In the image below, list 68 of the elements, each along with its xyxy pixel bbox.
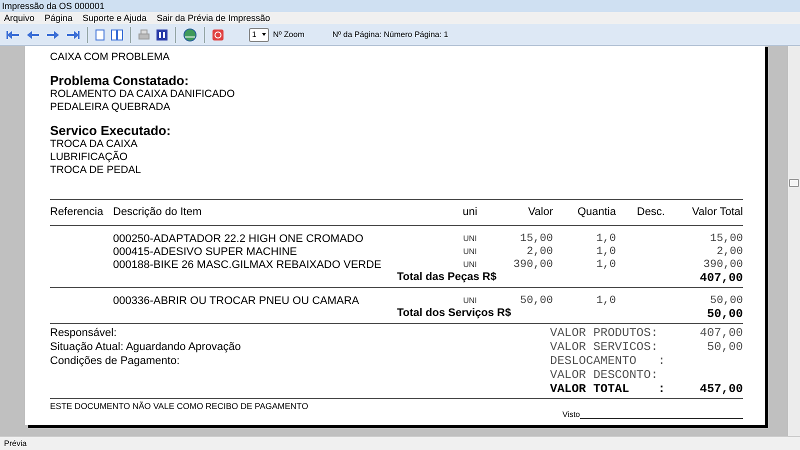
menu-item[interactable]: Suporte e Ajuda <box>82 14 147 22</box>
section-line: ROLAMENTO DA CAIXA DANIFICADO <box>50 88 236 101</box>
item-quantity: 1,0 <box>595 294 616 309</box>
item-quantity: 1,0 <box>595 245 616 260</box>
globe-icon[interactable] <box>183 28 197 42</box>
last-page-icon[interactable] <box>66 30 80 40</box>
item-unit: UNI <box>462 295 478 308</box>
summary-value: 457,00 <box>700 382 743 396</box>
item-total: 2,00 <box>716 245 743 260</box>
summary-label: VALOR SERVICOS: <box>550 340 658 354</box>
section-line: TROCA DA CAIXA <box>50 138 139 150</box>
footer-note: ESTE DOCUMENTO NÃO VALE COMO RECIBO DE PAGAMENTO <box>50 400 310 412</box>
column-header: Referencia <box>50 205 104 220</box>
info-line: Responsável: <box>50 326 118 340</box>
previous-icon[interactable] <box>26 30 40 40</box>
column-header: Descrição do Item <box>113 205 203 220</box>
window-title: Impressão da OS 000001 <box>2 2 105 10</box>
item-quantity: 1,0 <box>595 232 616 246</box>
next-icon[interactable] <box>46 30 60 40</box>
summary-label: VALOR DESCONTO: <box>550 368 658 382</box>
status-text: Prévia <box>4 440 27 448</box>
item-unit: UNI <box>462 259 478 272</box>
section-line: CAIXA COM PROBLEMA <box>50 51 171 64</box>
stop-icon[interactable] <box>212 28 224 40</box>
group-total-label: Total das Peças R$ <box>397 270 496 286</box>
single-page-icon[interactable] <box>95 28 105 40</box>
section-line: PEDALEIRA QUEBRADA <box>50 101 172 114</box>
item-unit: UNI <box>462 246 478 258</box>
column-header: uni <box>462 205 478 220</box>
item-value: 390,00 <box>512 258 553 273</box>
vertical-scrollbar[interactable] <box>788 46 800 436</box>
info-line: Condições de Pagamento: <box>50 354 181 368</box>
menu-item[interactable]: Página <box>44 14 73 22</box>
info-line: Situação Atual: Aguardando Aprovação <box>50 340 241 354</box>
page-info: Nº da Página: Número Página: 1 <box>332 30 448 38</box>
column-header: Desc. <box>636 205 665 220</box>
section-line: LUBRIFICAÇÃO <box>50 151 129 164</box>
scrollbar-thumb[interactable] <box>789 179 799 187</box>
item-value: 50,00 <box>518 294 553 309</box>
item-value: 2,00 <box>526 245 553 260</box>
item-value: 15,00 <box>518 232 553 246</box>
summary-label: VALOR TOTAL : <box>550 382 666 396</box>
item-unit: UNI <box>462 233 478 246</box>
section-line: TROCA DE PEDAL <box>50 164 142 177</box>
summary-label: VALOR PRODUTOS: <box>550 326 658 340</box>
menu-item[interactable]: Arquivo <box>4 14 35 22</box>
column-header: Quantia <box>576 205 616 220</box>
item-description: 000250-ADAPTADOR 22.2 HIGH ONE CROMADO <box>113 234 364 245</box>
summary-label: DESLOCAMENTO : <box>550 354 666 368</box>
zoom-select[interactable]: 1 <box>249 28 269 42</box>
item-description: 000336-ABRIR OU TROCAR PNEU OU CAMARA <box>113 296 360 307</box>
section-heading: Servico Executado: <box>50 124 172 138</box>
menu-item[interactable]: Sair da Prévia de Impressão <box>156 14 270 22</box>
section-heading: Problema Constatado: <box>50 74 190 88</box>
item-total: 15,00 <box>708 232 743 246</box>
item-description: 000415-ADESIVO SUPER MACHINE <box>113 246 298 258</box>
two-pages-icon[interactable] <box>111 28 123 40</box>
printer-icon[interactable] <box>138 28 150 40</box>
signature-label: Visto <box>562 411 580 419</box>
column-header: Valor Total <box>691 205 743 220</box>
group-total-label: Total dos Serviços R$ <box>397 306 512 322</box>
item-description: 000188-BIKE 26 MASC.GILMAX REBAIXADO VERDE <box>113 260 382 271</box>
summary-value: 50,00 <box>706 340 743 354</box>
zoom-label: Nº Zoom <box>273 30 304 38</box>
summary-value: 407,00 <box>700 326 743 340</box>
first-page-icon[interactable] <box>6 30 20 40</box>
column-header: Valor <box>527 205 553 220</box>
item-quantity: 1,0 <box>595 258 616 273</box>
